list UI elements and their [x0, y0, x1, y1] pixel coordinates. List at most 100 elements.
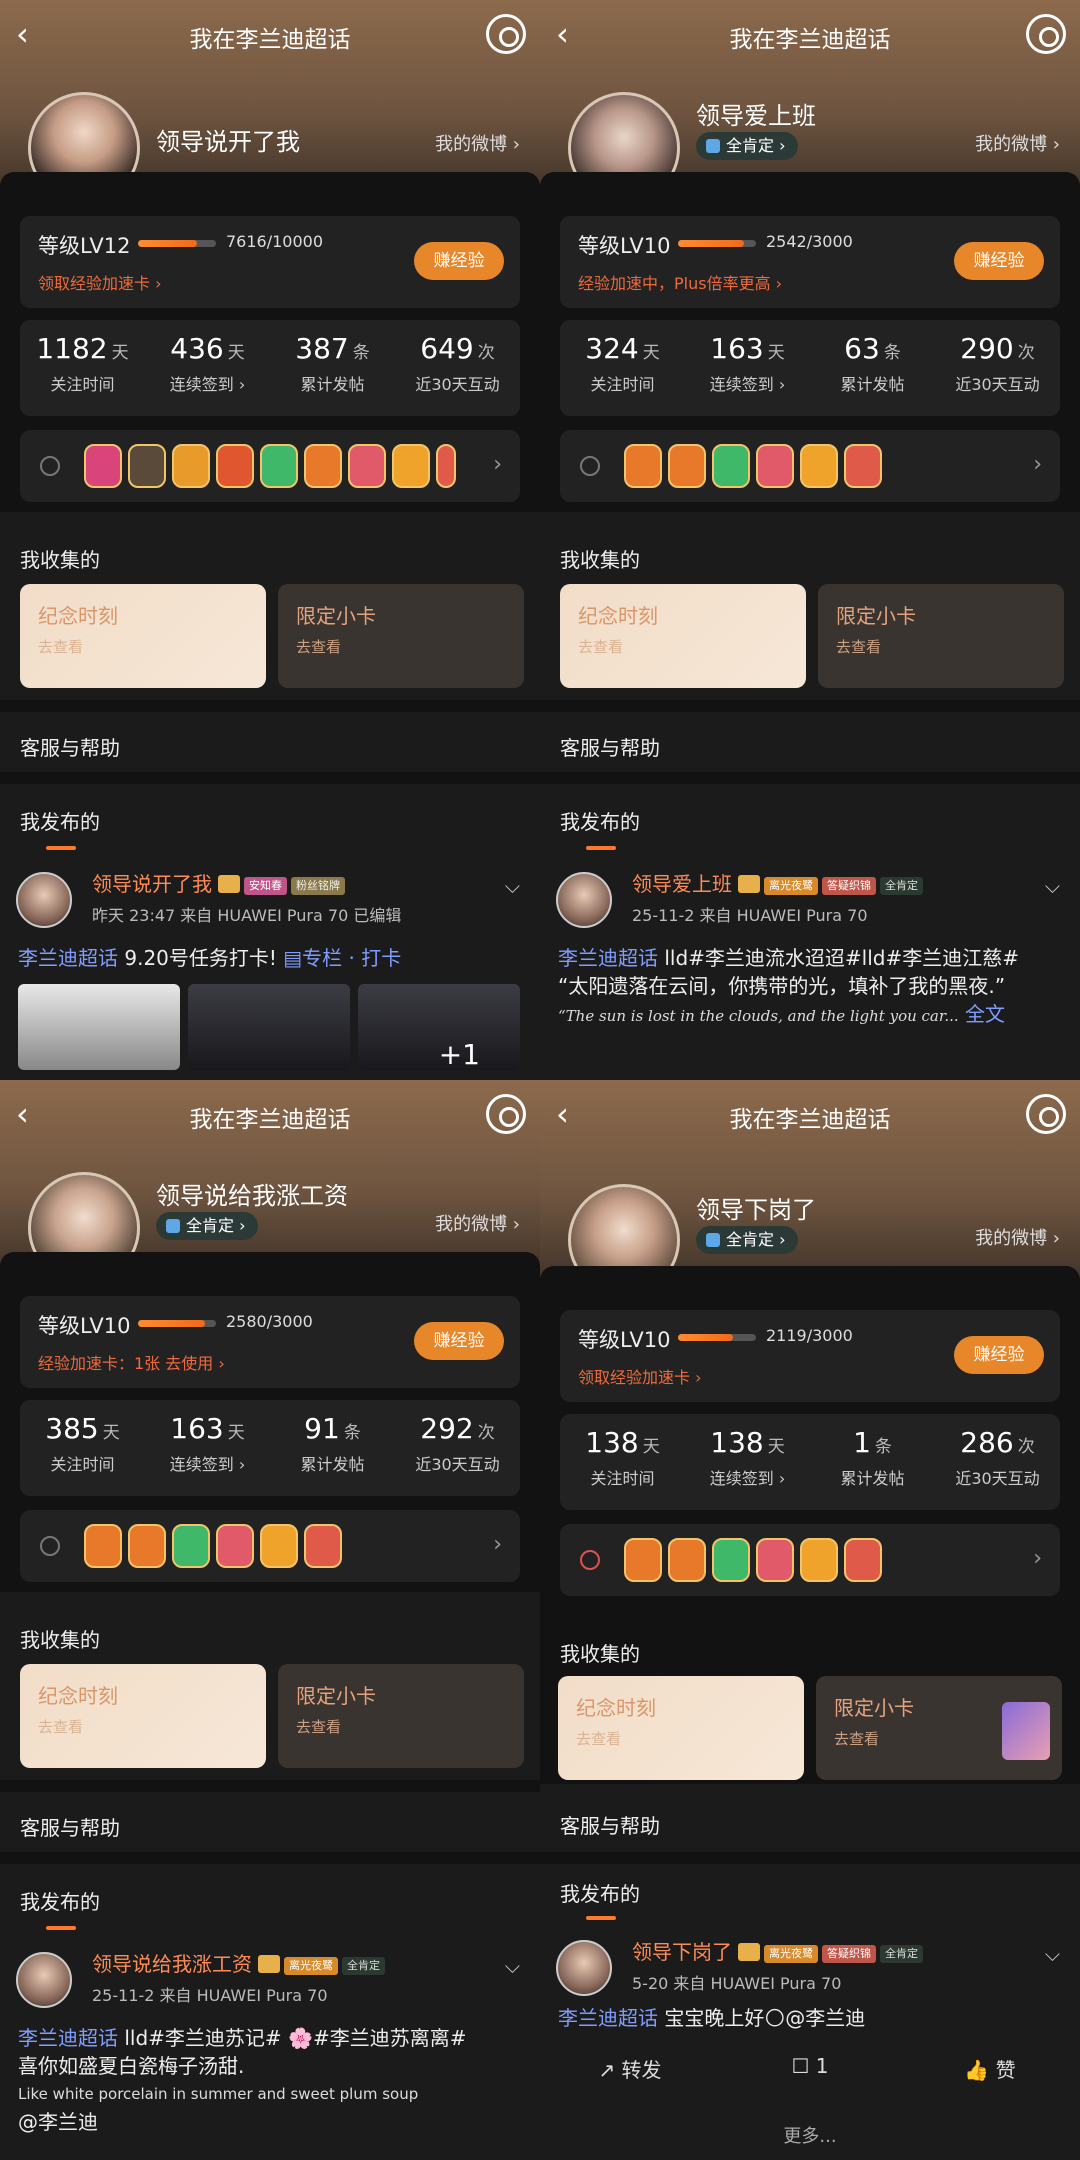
column-link[interactable]: ▤专栏 · 打卡 [283, 946, 401, 970]
profile-panel-3: ‹ 我在李兰迪超话 领导说给我涨工资 全肯定 › 我的微博 › 等级LV10 2… [0, 1080, 540, 2160]
support-row[interactable]: 客服与帮助 [540, 1792, 1080, 1852]
level-boost-link[interactable]: 领取经验加速卡 › [578, 1364, 702, 1388]
published-tab[interactable]: 我发布的 [0, 784, 540, 854]
limited-card-tile[interactable]: 限定小卡 去查看 [816, 1676, 1062, 1780]
supertopic-link[interactable]: 李兰迪超话 [558, 2006, 658, 2030]
chevron-down-icon[interactable]: ⌵ [1045, 874, 1060, 898]
medal-row[interactable]: › [20, 1510, 520, 1582]
earn-exp-button[interactable]: 赚经验 [414, 1322, 504, 1360]
chevron-right-icon[interactable]: › [1033, 1546, 1042, 1571]
post-avatar[interactable] [16, 872, 72, 928]
level-boost-link[interactable]: 经验加速卡：1张 去使用 › [38, 1350, 225, 1374]
support-row[interactable]: 客服与帮助 [0, 712, 540, 772]
my-weibo-link[interactable]: 我的微博 › [975, 130, 1060, 156]
post-avatar[interactable] [556, 1940, 612, 1996]
medal-row[interactable]: › [560, 1524, 1060, 1596]
comment-button[interactable]: ☐ 1 [720, 2054, 900, 2094]
like-button[interactable]: 👍 赞 [900, 2054, 1080, 2094]
support-row[interactable]: 客服与帮助 [0, 1792, 540, 1852]
post-author[interactable]: 领导下岗了 离光夜鹭 答疑织锦 全肯定 [632, 1936, 923, 1965]
tile-subtitle: 去查看 [576, 1730, 622, 1748]
post-card[interactable]: 领导说开了我 安知春 粉丝铭牌 昨天 23:47 来自 HUAWEI Pura 70… [0, 858, 540, 1080]
my-weibo-link[interactable]: 我的微博 › [435, 130, 520, 156]
stat-checkin[interactable]: 436 天连续签到 › [145, 320, 270, 416]
limited-card-tile[interactable]: 限定小卡 去查看 [278, 584, 524, 688]
stat-checkin[interactable]: 138 天连续签到 › [685, 1414, 810, 1510]
chevron-right-icon[interactable]: › [493, 452, 502, 477]
share-button[interactable]: ↗ 转发 [540, 2054, 720, 2094]
more-link[interactable]: 更多... [540, 2122, 1080, 2148]
affirm-badge[interactable]: 全肯定 › [696, 1226, 798, 1254]
medal-row[interactable]: › [20, 430, 520, 502]
memorial-tile[interactable]: 纪念时刻 去查看 [20, 584, 266, 688]
post-author[interactable]: 领导说给我涨工资 离光夜鹭 全肯定 [92, 1948, 385, 1977]
published-tab[interactable]: 我发布的 [540, 784, 1080, 854]
supertopic-link[interactable]: 李兰迪超话 [558, 946, 658, 970]
read-more-link[interactable]: 全文 [959, 1002, 1005, 1026]
published-tab[interactable]: 我发布的 [0, 1864, 540, 1934]
supertopic-link[interactable]: 李兰迪超话 [18, 2026, 118, 2050]
username: 领导下岗了 [696, 1196, 816, 1224]
medal-icon [128, 444, 166, 488]
chevron-down-icon[interactable]: ⌵ [1045, 1942, 1060, 1966]
earn-exp-button[interactable]: 赚经验 [954, 1336, 1044, 1374]
post-author[interactable]: 领导说开了我 安知春 粉丝铭牌 [92, 868, 345, 897]
stat-label: 连续签到 › [709, 1469, 786, 1488]
affirm-badge[interactable]: 全肯定 › [696, 132, 798, 160]
chevron-down-icon[interactable]: ⌵ [505, 874, 520, 898]
medal-icon [668, 444, 706, 488]
post-images[interactable]: +1 [18, 984, 524, 1071]
medal-icon [304, 444, 342, 488]
stat-posts: 1 条累计发帖 [810, 1414, 935, 1510]
limited-card-tile[interactable]: 限定小卡 去查看 [818, 584, 1064, 688]
medal-icon [216, 1524, 254, 1568]
support-title: 客服与帮助 [560, 1814, 660, 1838]
settings-gear-icon[interactable] [1026, 14, 1066, 54]
stat-checkin[interactable]: 163 天连续签到 › [685, 320, 810, 416]
published-tab[interactable]: 我发布的 [540, 1864, 1080, 1922]
limited-card-tile[interactable]: 限定小卡 去查看 [278, 1664, 524, 1768]
level-boost-link[interactable]: 领取经验加速卡 › [38, 270, 162, 294]
post-card[interactable]: 领导爱上班 离光夜鹭 答疑织锦 全肯定 25-11-2 来自 HUAWEI Pura … [540, 858, 1080, 1080]
memorial-tile[interactable]: 纪念时刻 去查看 [560, 584, 806, 688]
affirm-badge[interactable]: 全肯定 › [156, 1212, 258, 1240]
supertopic-link[interactable]: 李兰迪超话 [18, 946, 118, 970]
post-text-line: 李兰迪超话 lld#李兰迪流水迢迢#lld#李兰迪江慈# [558, 944, 1068, 972]
post-text: 李兰迪超话 9.20号任务打卡! ▤专栏 · 打卡 [18, 944, 528, 972]
stats-row: 324 天关注时间 163 天连续签到 › 63 条累计发帖 290 次近30天互动 [560, 320, 1060, 416]
medal-row[interactable]: › [560, 430, 1060, 502]
stat-unit: 条 [352, 343, 370, 363]
post-avatar[interactable] [16, 1952, 72, 2008]
post-text-line: 9.20号任务打卡! [118, 946, 284, 970]
stat-unit: 次 [477, 343, 495, 363]
post-image[interactable]: +1 [358, 984, 520, 1071]
level-label: 等级LV10 [578, 1328, 671, 1352]
collected-title: 我收集的 [560, 548, 640, 572]
memorial-tile[interactable]: 纪念时刻 去查看 [558, 1676, 804, 1780]
chevron-right-icon[interactable]: › [493, 1532, 502, 1557]
post-card[interactable]: 领导说给我涨工资 离光夜鹭 全肯定 25-11-2 来自 HUAWEI Pura 7… [0, 1938, 540, 2160]
earn-exp-button[interactable]: 赚经验 [414, 242, 504, 280]
post-author[interactable]: 领导爱上班 离光夜鹭 答疑织锦 全肯定 [632, 868, 923, 897]
badge-label: 全肯定 › [726, 136, 786, 155]
support-title: 客服与帮助 [20, 736, 120, 760]
settings-gear-icon[interactable] [486, 1094, 526, 1134]
settings-gear-icon[interactable] [1026, 1094, 1066, 1134]
author-name: 领导下岗了 [632, 1940, 732, 1964]
memorial-tile[interactable]: 纪念时刻 去查看 [20, 1664, 266, 1768]
post-image[interactable] [188, 984, 350, 1070]
tile-title: 纪念时刻 [576, 1696, 656, 1720]
chevron-down-icon[interactable]: ⌵ [505, 1954, 520, 1978]
post-image[interactable] [18, 984, 180, 1070]
post-card[interactable]: 领导下岗了 离光夜鹭 答疑织锦 全肯定 5-20 来自 HUAWEI Pura 70 … [540, 1926, 1080, 2160]
settings-gear-icon[interactable] [486, 14, 526, 54]
post-avatar[interactable] [556, 872, 612, 928]
my-weibo-link[interactable]: 我的微博 › [975, 1224, 1060, 1250]
stat-checkin[interactable]: 163 天连续签到 › [145, 1400, 270, 1496]
support-row[interactable]: 客服与帮助 [540, 712, 1080, 772]
earn-exp-button[interactable]: 赚经验 [954, 242, 1044, 280]
level-boost-link[interactable]: 经验加速中，Plus倍率更高 › [578, 270, 782, 294]
my-weibo-link[interactable]: 我的微博 › [435, 1210, 520, 1236]
chevron-right-icon[interactable]: › [1033, 452, 1042, 477]
post-mention[interactable]: @李兰迪 [18, 2108, 528, 2136]
